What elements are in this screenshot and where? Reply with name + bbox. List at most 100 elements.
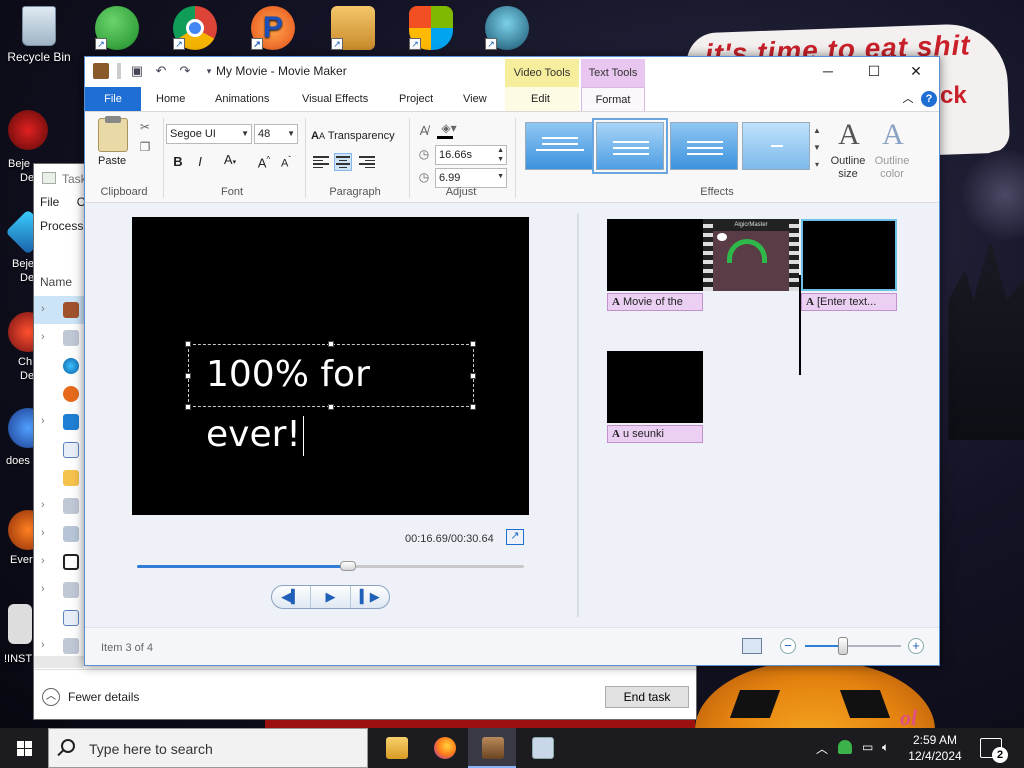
outline-size-icon[interactable]: A <box>834 118 864 154</box>
copy-icon[interactable]: ❐ <box>138 140 152 154</box>
table-row[interactable]: › <box>34 548 84 576</box>
next-frame-icon[interactable]: ▍▶ <box>351 586 389 608</box>
zoom-thumb[interactable] <box>838 637 849 655</box>
desktop-icon-game[interactable]: ↗ <box>472 6 542 54</box>
table-row[interactable]: › <box>34 492 84 520</box>
zoom-out-icon[interactable]: − <box>780 638 796 654</box>
table-row[interactable]: › <box>34 520 84 548</box>
table-row[interactable] <box>34 380 84 408</box>
chevron-right-icon[interactable]: › <box>41 555 45 567</box>
undo-icon[interactable]: ↶ <box>153 63 169 79</box>
resize-handle[interactable] <box>470 404 476 410</box>
thumbnail-size-icon[interactable] <box>742 638 762 654</box>
tab-format[interactable]: Format <box>581 87 645 112</box>
table-row[interactable]: › <box>34 324 84 352</box>
horizontal-scrollbar[interactable] <box>34 656 84 668</box>
chevron-up-icon[interactable]: ︿ <box>816 740 828 757</box>
align-center-icon[interactable] <box>334 153 352 171</box>
resize-handle[interactable] <box>185 373 191 379</box>
tab-visual-effects[interactable]: Visual Effects <box>302 87 368 111</box>
transparency-button[interactable]: AA Transparency <box>311 126 403 146</box>
caption-text-box[interactable]: 100% for ever! <box>188 344 474 456</box>
play-icon[interactable]: ▶ <box>311 586 351 608</box>
people-tray-icon[interactable] <box>838 740 852 754</box>
chevron-right-icon[interactable]: › <box>41 415 45 427</box>
desktop-icon-people[interactable]: ↗ <box>82 6 152 54</box>
video-preview[interactable]: 100% for ever! <box>132 217 529 515</box>
collapse-ribbon-icon[interactable]: ︿ <box>900 91 916 107</box>
customize-toolbar-icon[interactable]: ▾ <box>201 63 217 79</box>
desktop-icon-p-app[interactable]: P ↗ <box>238 6 308 54</box>
effect-swing[interactable] <box>525 122 593 170</box>
table-row[interactable] <box>34 436 84 464</box>
clock[interactable]: 2:59 AM 12/4/2024 <box>902 732 968 764</box>
table-row[interactable] <box>34 464 84 492</box>
tab-animations[interactable]: Animations <box>215 87 269 111</box>
chevron-right-icon[interactable]: › <box>41 499 45 511</box>
bold-button[interactable]: B <box>171 152 185 172</box>
storyboard-clip-selected[interactable] <box>801 219 897 291</box>
duration-select[interactable]: 6.99 ▼ <box>435 168 507 188</box>
table-row[interactable]: › <box>34 408 84 436</box>
seek-thumb[interactable] <box>339 561 356 571</box>
maximize-button[interactable]: ☐ <box>851 57 897 87</box>
table-row[interactable] <box>34 352 84 380</box>
spin-arrows-icon[interactable]: ▲ ▼ <box>497 146 504 164</box>
font-color-button[interactable]: A▾ <box>219 150 241 170</box>
italic-button[interactable]: I <box>193 152 207 172</box>
storyboard-clip[interactable] <box>607 351 703 423</box>
end-task-button[interactable]: End task <box>605 686 689 708</box>
resize-handle[interactable] <box>328 341 334 347</box>
network-icon[interactable]: ▭ <box>862 740 873 754</box>
storyboard-clip-video[interactable]: AlgicrMaster <box>703 219 799 291</box>
seek-bar[interactable] <box>137 561 524 571</box>
taskbar-firefox[interactable] <box>420 728 468 768</box>
caption-text[interactable]: 100% for ever! <box>206 354 370 455</box>
chevron-right-icon[interactable]: › <box>41 303 45 315</box>
tab-view[interactable]: View <box>463 87 487 111</box>
resize-handle[interactable] <box>470 341 476 347</box>
taskbar-task-manager[interactable] <box>518 728 566 768</box>
pane-splitter[interactable] <box>577 213 579 617</box>
text-color-icon[interactable]: A̸ <box>417 124 431 138</box>
playhead-indicator[interactable] <box>799 275 801 375</box>
storyboard-caption-selected[interactable]: A [Enter text... <box>801 293 897 311</box>
storyboard-clip[interactable] <box>607 219 703 291</box>
effect-zoom-out[interactable] <box>670 122 738 170</box>
paste-icon[interactable] <box>98 116 128 152</box>
background-color-icon[interactable]: ◈▾ <box>437 121 461 135</box>
resize-handle[interactable] <box>185 341 191 347</box>
start-button[interactable] <box>0 728 48 768</box>
save-icon[interactable]: ▣ <box>129 63 145 79</box>
table-row[interactable]: › <box>34 576 84 604</box>
tab-processes[interactable]: Processe <box>40 219 90 233</box>
title-bar[interactable]: ▣ ↶ ↷ ▾ My Movie - Movie Maker Video Too… <box>85 57 939 87</box>
chevron-right-icon[interactable]: › <box>41 331 45 343</box>
chevron-right-icon[interactable]: › <box>41 639 45 651</box>
desktop-icon-recycle-bin[interactable]: Recycle Bin <box>4 6 74 64</box>
table-row[interactable]: › <box>34 296 84 324</box>
font-size-select[interactable]: 48 ▼ <box>254 124 298 144</box>
chevron-down-icon[interactable]: ▼ <box>811 139 823 156</box>
close-button[interactable]: ✕ <box>893 57 939 87</box>
chevron-right-icon[interactable]: › <box>41 527 45 539</box>
storyboard-caption[interactable]: Au seunki <box>607 425 703 443</box>
tab-project[interactable]: Project <box>399 87 433 111</box>
more-effects-icon[interactable]: ▾ <box>811 156 823 173</box>
tab-edit[interactable]: Edit <box>531 87 550 111</box>
tab-file[interactable]: File <box>85 87 141 111</box>
resize-handle[interactable] <box>185 404 191 410</box>
shrink-font-icon[interactable]: Aˇ <box>277 150 295 170</box>
tab-home[interactable]: Home <box>156 87 185 111</box>
desktop-icon-folder[interactable]: ↗ <box>318 6 388 54</box>
resize-handle[interactable] <box>470 373 476 379</box>
redo-icon[interactable]: ↷ <box>177 63 193 79</box>
desktop-icon-windows[interactable]: ↗ <box>396 6 466 54</box>
chevron-up-icon[interactable]: ▲ <box>811 122 823 139</box>
search-box[interactable]: Type here to search <box>48 728 368 768</box>
outline-color-icon[interactable]: A <box>878 118 908 154</box>
bejeweled-icon[interactable] <box>8 110 48 150</box>
minimize-button[interactable]: ─ <box>805 57 851 87</box>
table-row[interactable] <box>34 604 84 632</box>
effect-sparkle[interactable] <box>742 122 810 170</box>
